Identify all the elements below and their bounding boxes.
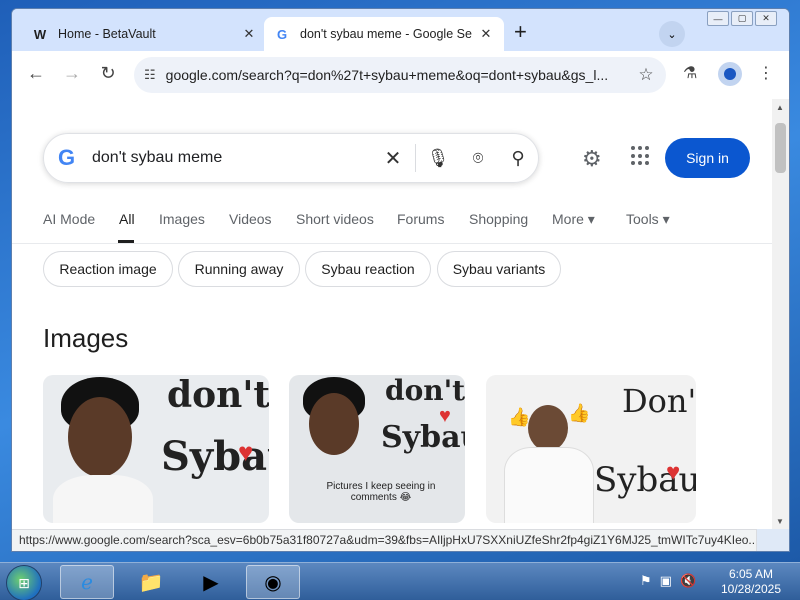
network-icon[interactable]: ▣ [660, 573, 672, 589]
tab-images[interactable]: Images [159, 211, 205, 227]
thumbs-up-icon: 👍 [508, 407, 531, 427]
heart-icon: ♥ [238, 437, 254, 467]
divider [415, 144, 416, 172]
image-result-2[interactable]: don't Sybau ♥ Pictures I keep seeing in … [289, 375, 465, 523]
chip-sybau-variants[interactable]: Sybau variants [437, 251, 561, 287]
tab-google-search[interactable]: G don't sybau meme - Google Se ✕ [264, 17, 504, 51]
image-result-1[interactable]: don't Sybau ♥ [43, 375, 269, 523]
start-button[interactable]: ⊞ [6, 565, 42, 600]
chrome-icon[interactable]: ◉ [246, 565, 300, 599]
tab-tools-label: Tools [626, 211, 659, 227]
bookmark-star-icon[interactable]: ☆ [626, 65, 666, 85]
media-player-icon[interactable]: ▶ [184, 565, 238, 599]
tab-close-icon[interactable]: ✕ [241, 26, 257, 42]
tabs-divider [12, 243, 772, 244]
tab-title: don't sybau meme - Google Se [300, 27, 472, 41]
url-text[interactable]: google.com/search?q=don%27t+sybau+meme&o… [166, 67, 626, 83]
shirt-shape [504, 447, 594, 523]
search-icon[interactable]: ⚲ [498, 148, 538, 169]
maximize-button[interactable]: ▢ [731, 11, 753, 26]
menu-kebab-icon[interactable]: ⋮ [758, 63, 774, 83]
caption-dont: don't [385, 375, 465, 407]
tab-tools[interactable]: Tools ▾ [626, 211, 670, 228]
google-favicon-icon: G [276, 26, 288, 42]
tab-ai-mode[interactable]: AI Mode [43, 211, 95, 227]
camera-lens-icon[interactable]: ⌾ [458, 148, 498, 169]
search-box[interactable]: G don't sybau meme ✕ 🎙 ⌾ ⚲ [43, 133, 539, 183]
face-shape [68, 397, 132, 477]
scroll-thumb[interactable] [775, 123, 786, 173]
caption-dont: don't [167, 375, 269, 416]
status-bar-url: https://www.google.com/search?sca_esv=6b… [12, 529, 757, 551]
caption-dont: Don't [622, 382, 696, 420]
close-window-button[interactable]: ✕ [755, 11, 777, 26]
google-g-icon: G [58, 145, 76, 170]
chip-sybau-reaction[interactable]: Sybau reaction [305, 251, 431, 287]
face-shape [528, 405, 568, 451]
tab-more[interactable]: More ▾ [552, 211, 595, 228]
page-scrollbar[interactable]: ▲ ▼ [772, 99, 789, 529]
new-tab-button[interactable]: + [514, 21, 527, 43]
sign-in-button[interactable]: Sign in [665, 138, 750, 178]
settings-gear-icon[interactable]: ⚙ [582, 146, 602, 172]
heart-icon: ♥ [439, 405, 451, 427]
site-info-icon[interactable]: ☷ [144, 67, 156, 83]
tab-betavault[interactable]: W Home - BetaVault ✕ [22, 17, 267, 51]
tab-strip: W Home - BetaVault ✕ G don't sybau meme … [12, 9, 789, 51]
scroll-down-arrow-icon[interactable]: ▼ [776, 517, 784, 526]
tab-short-videos[interactable]: Short videos [296, 211, 374, 227]
file-explorer-icon[interactable]: 📁 [124, 565, 178, 599]
volume-muted-icon[interactable]: 🔇 [680, 573, 696, 589]
labs-flask-icon[interactable]: ⚗ [683, 63, 697, 83]
microphone-icon[interactable]: 🎙 [418, 148, 458, 169]
tab-close-icon[interactable]: ✕ [478, 26, 494, 42]
tab-shopping[interactable]: Shopping [469, 211, 528, 227]
system-tray: ⚑ ▣ 🔇 [640, 573, 696, 589]
profile-avatar-icon[interactable] [718, 62, 742, 86]
caption-sybau: Sybau [381, 420, 465, 455]
image-result-3[interactable]: 👍 👍 Don't Sybau ♥ [486, 375, 696, 523]
images-heading: Images [43, 323, 129, 353]
taskbar-clock[interactable]: 6:05 AM 10/28/2025 [716, 567, 786, 597]
clock-date: 10/28/2025 [720, 582, 782, 596]
chip-reaction-image[interactable]: Reaction image [43, 251, 173, 287]
face-shape [309, 393, 359, 455]
image-subtext: Pictures I keep seeing in comments 😂 [326, 481, 436, 503]
address-bar[interactable]: ☷ google.com/search?q=don%27t+sybau+meme… [134, 57, 666, 93]
taskbar: ⊞ ℯ 📁 ▶ ◉ ⚑ ▣ 🔇 6:05 AM 10/28/2025 [0, 562, 800, 600]
google-apps-icon[interactable] [631, 146, 651, 166]
browser-toolbar: ← → ↻ ☷ google.com/search?q=don%27t+syba… [12, 51, 789, 99]
back-arrow-icon[interactable]: ← [24, 63, 48, 84]
clear-icon[interactable]: ✕ [373, 146, 413, 171]
search-input[interactable]: don't sybau meme [92, 149, 373, 167]
tab-forums[interactable]: Forums [397, 211, 444, 227]
minimize-button[interactable]: — [707, 11, 729, 26]
window-controls: — ▢ ✕ [707, 11, 777, 26]
tab-more-label: More [552, 211, 584, 227]
internet-explorer-icon[interactable]: ℯ [60, 565, 114, 599]
tab-all[interactable]: All [119, 211, 135, 227]
google-results-page: G don't sybau meme ✕ 🎙 ⌾ ⚲ ⚙ Sign in AI … [12, 99, 772, 529]
tab-videos[interactable]: Videos [229, 211, 272, 227]
action-center-flag-icon[interactable]: ⚑ [640, 573, 652, 589]
clock-time: 6:05 AM [728, 567, 774, 581]
tab-title: Home - BetaVault [58, 27, 156, 41]
chip-running-away[interactable]: Running away [178, 251, 300, 287]
heart-icon: ♥ [666, 459, 681, 486]
betavault-favicon-icon: W [33, 26, 47, 42]
reload-icon[interactable]: ↻ [96, 63, 120, 84]
caption-sybau: Sybau [594, 460, 696, 500]
browser-window: W Home - BetaVault ✕ G don't sybau meme … [11, 8, 790, 552]
scroll-up-arrow-icon[interactable]: ▲ [776, 103, 784, 112]
thumbs-up-icon: 👍 [568, 403, 591, 423]
tab-search-icon[interactable]: ⌄ [659, 21, 685, 47]
forward-arrow-icon[interactable]: → [60, 63, 84, 84]
shirt-shape [53, 475, 153, 523]
